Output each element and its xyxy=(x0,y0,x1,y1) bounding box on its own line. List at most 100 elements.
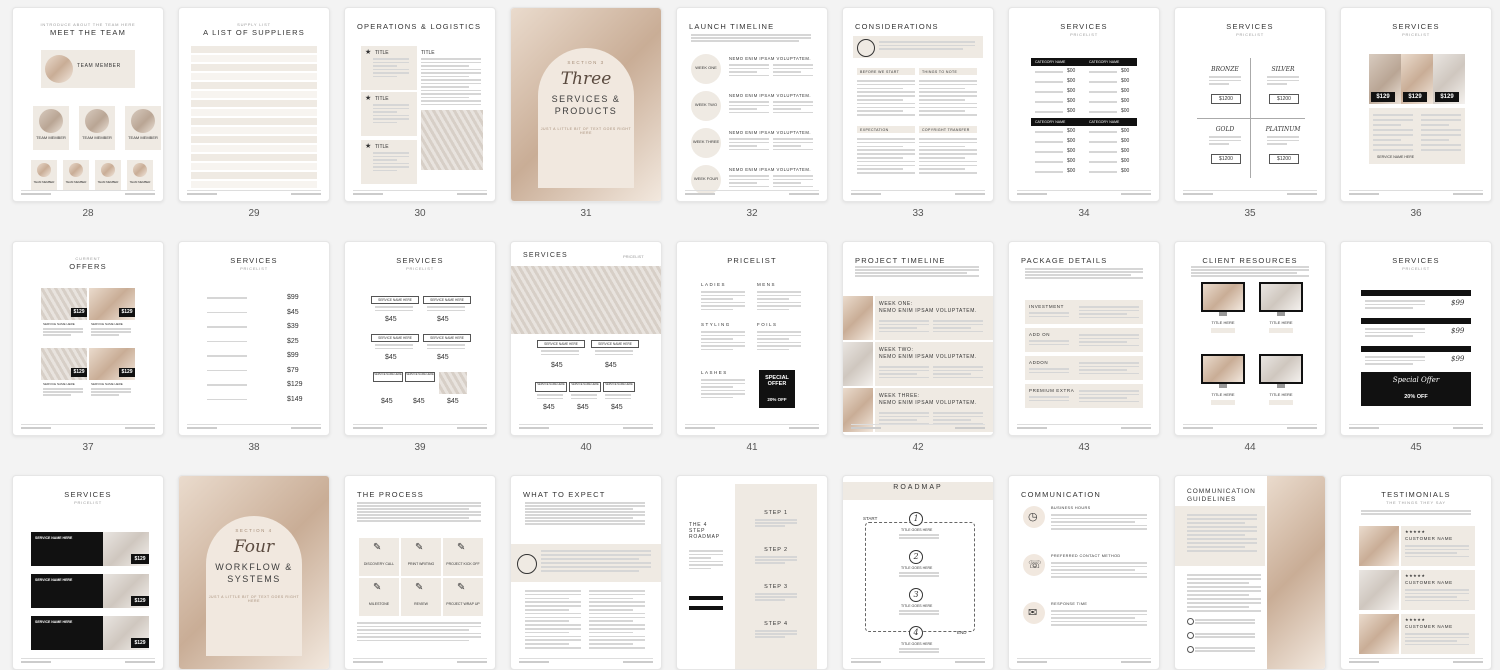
page-thumbnail[interactable]: SERVICES PRICELIST SERVICE NAME HERE $45 SER… xyxy=(510,241,662,454)
page-preview[interactable]: THE 4 STEP ROADMAP STEP 1 STEP 2 STEP 3 STEP… xyxy=(676,475,828,670)
text-line xyxy=(689,550,723,552)
page-preview[interactable]: SERVICES PRICELIST SERVICE NAME HERE $45 SER… xyxy=(344,241,496,436)
tier-price[interactable]: $1200 xyxy=(1211,154,1241,164)
text-line xyxy=(1365,331,1425,333)
text-line xyxy=(373,169,397,171)
page-thumbnail[interactable]: COMMUNICATION GUIDELINES xyxy=(1174,475,1326,670)
resource-button xyxy=(1211,400,1235,405)
page-preview[interactable]: SECTION 4 Four WORKFLOW & SYSTEMS JUST A LI… xyxy=(178,475,330,670)
page-preview[interactable]: WHAT TO EXPECT xyxy=(510,475,662,670)
tier-price[interactable]: $1200 xyxy=(1211,94,1241,104)
page-footer xyxy=(353,190,487,195)
text-line xyxy=(1191,275,1309,277)
page-thumbnail[interactable]: PROJECT TIMELINE WEEK ONE: NEMO ENIM IPSAM… xyxy=(842,241,994,454)
page-thumbnail[interactable]: SUPPLY LIST A LIST OF SUPPLIERS 29 xyxy=(178,7,330,220)
page-thumbnail[interactable]: SERVICES PRICELIST BRONZE $1200 SILVER $1200 G… xyxy=(1174,7,1326,220)
page-preview[interactable]: CLIENT RESOURCES TITLE HERE TITLE HERE TITL… xyxy=(1174,241,1326,436)
text-line xyxy=(1187,606,1249,608)
page-preview[interactable]: OPERATIONS & LOGISTICS ★ TITLE ★ TITLE ★ TITLE… xyxy=(344,7,496,202)
text-line xyxy=(589,616,645,619)
page-preview[interactable]: SERVICES PRICELIST $99 $99 $99 Special Offer 2… xyxy=(1340,241,1492,436)
page-preview[interactable]: SERVICES PRICELIST BRONZE $1200 SILVER $1200 G… xyxy=(1174,7,1326,202)
text-line xyxy=(421,61,481,63)
page-thumbnail[interactable]: ROADMAP START END 1 TITLE GOES HERE 2 TITLE GO… xyxy=(842,475,994,670)
page-preview[interactable]: INTRODUCE ABOUT THE TEAM HERE MEET THE TE… xyxy=(12,7,164,202)
text-line xyxy=(207,398,247,400)
page-preview[interactable]: SERVICES PRICELIST SERVICE NAME HERE $45 SER… xyxy=(510,241,662,436)
text-line xyxy=(1089,161,1117,163)
page-thumbnail[interactable]: SERVICES PRICELIST $99 $45 $39 $25 $99 $79 $129 $… xyxy=(178,241,330,454)
price: $00 xyxy=(1067,108,1076,114)
page-preview[interactable]: SECTION 3 Three SERVICES & PRODUCTS JUST A … xyxy=(510,7,662,202)
text-line xyxy=(933,373,971,375)
price-tag: $129 xyxy=(1403,92,1427,102)
page-thumbnail[interactable]: COMMUNICATION ◷ BUSINESS HOURS ☏ PREFERRED C… xyxy=(1008,475,1160,670)
page-thumbnail[interactable]: TESTIMONIALS THE THINGS THEY SAY ★★★★★ CUST… xyxy=(1340,475,1492,670)
page-preview[interactable]: SERVICES PRICELIST $129 $129 $129 SERVICE NAM… xyxy=(1340,7,1492,202)
page-preview[interactable]: CURRENT OFFERS $129 SERVICE NAME HERE $129 SE… xyxy=(12,241,164,436)
text-line xyxy=(1187,530,1257,532)
tier-price[interactable]: $1200 xyxy=(1269,94,1299,104)
text-line xyxy=(1365,303,1425,305)
page-preview[interactable]: SERVICES PRICELIST $99 $45 $39 $25 $99 $79 $129 $… xyxy=(178,241,330,436)
service-label: SERVICE NAME HERE xyxy=(603,382,635,392)
week-row-title: NEMO ENIM IPSAM VOLUPTATEM. xyxy=(729,130,811,135)
text-line xyxy=(773,67,813,69)
page-preview[interactable]: ROADMAP START END 1 TITLE GOES HERE 2 TITLE GO… xyxy=(842,475,994,670)
text-line xyxy=(1051,624,1147,626)
text-line xyxy=(357,508,469,510)
page-thumbnail[interactable]: CLIENT RESOURCES TITLE HERE TITLE HERE TITL… xyxy=(1174,241,1326,454)
page-preview[interactable]: PRICELIST LADIES MENS STYLING FOILS LASHES SPE… xyxy=(676,241,828,436)
resource-title: TITLE HERE xyxy=(1269,320,1293,325)
page-thumbnail[interactable]: PRICELIST LADIES MENS STYLING FOILS LASHES SPE… xyxy=(676,241,828,454)
page-preview[interactable]: SERVICES PRICELIST SERVICE NAME HERE $129 SE… xyxy=(12,475,164,670)
tier-price[interactable]: $1200 xyxy=(1269,154,1299,164)
page-preview[interactable]: SERVICES PRICELIST CATEGORY NAME CATEGORY N… xyxy=(1008,7,1160,202)
page-thumbnail[interactable]: SERVICES PRICELIST CATEGORY NAME CATEGORY N… xyxy=(1008,7,1160,220)
page-thumbnail[interactable]: SERVICES PRICELIST $129 $129 $129 SERVICE NAM… xyxy=(1340,7,1492,220)
page-preview[interactable]: PROJECT TIMELINE WEEK ONE: NEMO ENIM IPSAM… xyxy=(842,241,994,436)
page-preview[interactable]: LAUNCH TIMELINE WEEK ONE NEMO ENIM IPSAM V… xyxy=(676,7,828,202)
text-line xyxy=(1187,602,1261,604)
price-tag: $129 xyxy=(131,596,149,606)
page-preview[interactable]: TESTIMONIALS THE THINGS THEY SAY ★★★★★ CUST… xyxy=(1340,475,1492,670)
text-line xyxy=(1187,518,1257,520)
text-line xyxy=(857,102,915,105)
price-tag: $129 xyxy=(1435,92,1459,102)
text-line xyxy=(857,87,903,90)
text-line xyxy=(1187,610,1261,612)
page-preview[interactable]: SUPPLY LIST A LIST OF SUPPLIERS xyxy=(178,7,330,202)
page-thumbnail[interactable]: PACKAGE DETAILS INVESTMENT ADD ON ADDON PREM… xyxy=(1008,241,1160,454)
page-thumbnail[interactable]: SERVICES PRICELIST $99 $99 $99 Special Offer 2… xyxy=(1340,241,1492,454)
page-thumbnail[interactable]: WHAT TO EXPECT xyxy=(510,475,662,670)
price: $45 xyxy=(413,398,425,405)
step-label: PRINT WRITING xyxy=(407,562,435,566)
page-thumbnail[interactable]: THE 4 STEP ROADMAP STEP 1 STEP 2 STEP 3 STEP… xyxy=(676,475,828,670)
rating-stars: ★★★★★ xyxy=(1405,617,1426,622)
text-line xyxy=(589,639,645,641)
page-preview[interactable]: PACKAGE DETAILS INVESTMENT ADD ON ADDON PREM… xyxy=(1008,241,1160,436)
page-preview[interactable]: THE PROCESS ✎ DISCOVERY CALL ✎ PRINT WRITING… xyxy=(344,475,496,670)
page-preview[interactable]: COMMUNICATION GUIDELINES xyxy=(1174,475,1326,670)
page-thumbnail[interactable]: CURRENT OFFERS $129 SERVICE NAME HERE $129 SE… xyxy=(12,241,164,454)
page-thumbnail[interactable]: OPERATIONS & LOGISTICS ★ TITLE ★ TITLE ★ TITLE… xyxy=(344,7,496,220)
page-thumbnail[interactable]: THE PROCESS ✎ DISCOVERY CALL ✎ PRINT WRITING… xyxy=(344,475,496,670)
page-thumbnail[interactable]: INTRODUCE ABOUT THE TEAM HERE MEET THE TE… xyxy=(12,7,164,220)
page-thumbnail[interactable]: LAUNCH TIMELINE WEEK ONE NEMO ENIM IPSAM V… xyxy=(676,7,828,220)
text-line xyxy=(919,168,965,170)
text-line xyxy=(421,79,481,81)
cta-label: SERVICE NAME HERE xyxy=(1377,155,1415,159)
text-line xyxy=(701,338,733,340)
page-number: 43 xyxy=(1078,442,1090,453)
page-thumbnail[interactable]: SERVICES PRICELIST SERVICE NAME HERE $129 SE… xyxy=(12,475,164,670)
text-line xyxy=(729,178,769,180)
page-preview[interactable]: CONSIDERATIONS BEFORE WE START THINGS TO N… xyxy=(842,7,994,202)
photo xyxy=(421,110,483,170)
page-thumbnail[interactable]: SECTION 3 Three SERVICES & PRODUCTS JUST A … xyxy=(510,7,662,220)
page-number: 45 xyxy=(1410,442,1422,453)
text-line xyxy=(729,175,769,177)
page-thumbnail[interactable]: CONSIDERATIONS BEFORE WE START THINGS TO N… xyxy=(842,7,994,220)
page-preview[interactable]: COMMUNICATION ◷ BUSINESS HOURS ☏ PREFERRED C… xyxy=(1008,475,1160,670)
page-thumbnail[interactable]: SERVICES PRICELIST SERVICE NAME HERE $45 SER… xyxy=(344,241,496,454)
page-thumbnail[interactable]: SECTION 4 Four WORKFLOW & SYSTEMS JUST A LI… xyxy=(178,475,330,670)
